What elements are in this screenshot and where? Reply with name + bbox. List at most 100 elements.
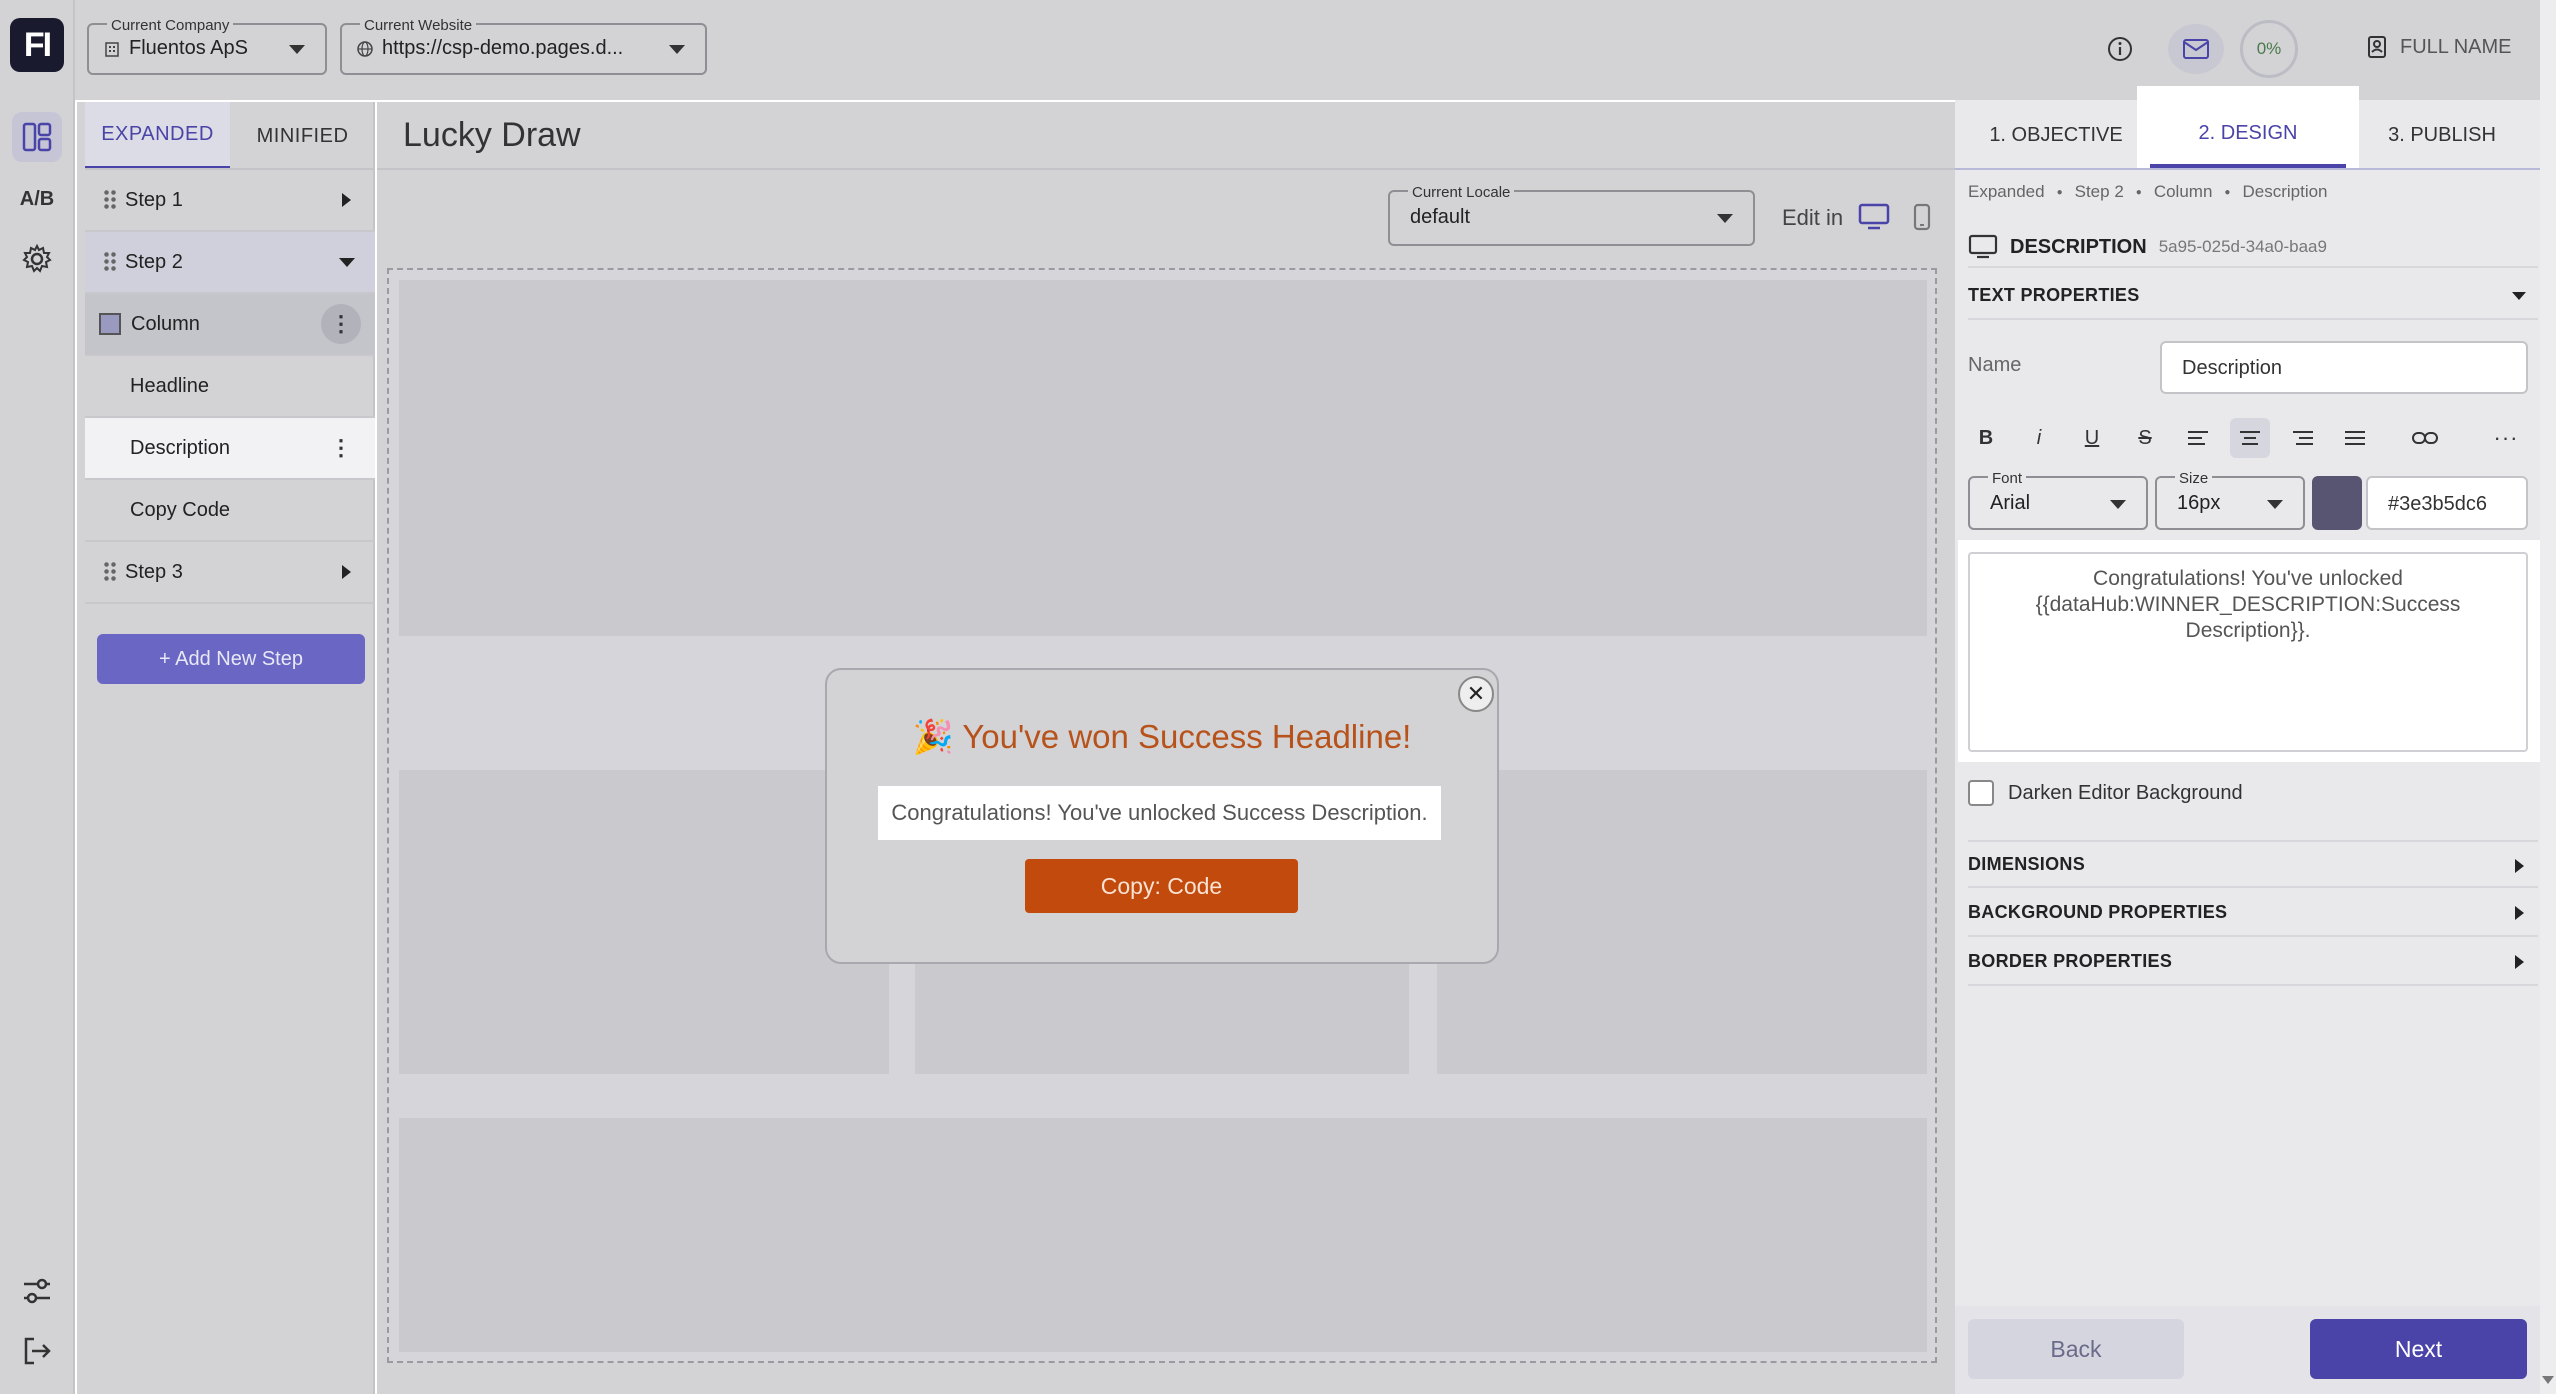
chevron-right-icon[interactable] xyxy=(342,565,351,579)
settings-gear-icon[interactable] xyxy=(12,234,62,284)
align-center-icon[interactable] xyxy=(2230,418,2270,458)
tree-item-label: Copy Code xyxy=(130,498,231,521)
text-properties-section[interactable]: TEXT PROPERTIES xyxy=(1968,272,2538,320)
background-properties-section[interactable]: BACKGROUND PROPERTIES xyxy=(1968,889,2538,937)
drag-handle-icon[interactable] xyxy=(103,561,117,583)
chevron-down-icon[interactable] xyxy=(2512,292,2526,300)
element-header: DESCRIPTION 5a95-025d-34a0-baa9 xyxy=(1968,228,2538,268)
chevron-down-icon xyxy=(2267,500,2283,509)
website-select-label: Current Website xyxy=(360,17,477,34)
chevron-down-icon[interactable] xyxy=(339,257,355,267)
section-title: BORDER PROPERTIES xyxy=(1968,950,2173,971)
breadcrumb-item[interactable]: Step 2 xyxy=(2075,182,2124,202)
drag-handle-icon[interactable] xyxy=(103,189,117,211)
tree-item-step-1[interactable]: Step 1 xyxy=(85,170,375,232)
drag-handle-icon[interactable] xyxy=(103,251,117,273)
size-select-label: Size xyxy=(2175,470,2213,487)
element-id: 5a95-025d-34a0-baa9 xyxy=(2158,237,2327,256)
tree-item-label: Column xyxy=(131,312,200,335)
italic-button[interactable]: i xyxy=(2019,418,2059,458)
popup-headline[interactable]: 🎉 You've won Success Headline! xyxy=(825,718,1499,757)
name-input[interactable]: Description xyxy=(2160,341,2528,394)
breadcrumb-separator: ● xyxy=(2056,186,2063,198)
app-logo[interactable]: FI xyxy=(10,18,64,72)
color-swatch[interactable] xyxy=(2312,476,2362,530)
bold-button[interactable]: B xyxy=(1966,418,2006,458)
logout-icon[interactable] xyxy=(12,1326,62,1376)
section-title: BACKGROUND PROPERTIES xyxy=(1968,901,2228,922)
darken-background-toggle[interactable]: Darken Editor Background xyxy=(1968,780,2243,806)
chevron-right-icon[interactable] xyxy=(2515,859,2524,873)
tab-minified[interactable]: MINIFIED xyxy=(230,102,375,170)
placeholder-block xyxy=(399,770,889,1074)
placeholder-block xyxy=(399,1118,1927,1352)
layout-icon[interactable] xyxy=(12,112,62,162)
progress-indicator: 0% xyxy=(2240,20,2298,78)
size-select-value: 16px xyxy=(2177,492,2221,514)
more-vertical-icon[interactable]: ⋮ xyxy=(321,304,361,344)
back-button[interactable]: Back xyxy=(1968,1319,2184,1379)
info-icon[interactable] xyxy=(2092,24,2148,74)
tab-publish[interactable]: 3. PUBLISH xyxy=(2346,102,2538,168)
copy-code-button[interactable]: Copy: Code xyxy=(1025,859,1298,913)
add-new-step-button[interactable]: + Add New Step xyxy=(97,634,365,684)
company-select[interactable]: Current Company Fluentos ApS xyxy=(87,17,327,75)
strikethrough-button[interactable]: S xyxy=(2125,418,2165,458)
more-vertical-icon[interactable]: ⋮ xyxy=(321,428,361,468)
tree-item-step-2[interactable]: Step 2 xyxy=(85,232,375,294)
tree-item-column[interactable]: Column ⋮ xyxy=(85,294,375,356)
breadcrumb: Expanded ● Step 2 ● Column ● Description xyxy=(1968,182,2328,202)
sliders-icon[interactable] xyxy=(12,1266,62,1316)
breadcrumb-separator: ● xyxy=(2224,186,2231,198)
font-select[interactable]: Font Arial xyxy=(1968,470,2148,530)
size-select[interactable]: Size 16px xyxy=(2155,470,2305,530)
dimensions-section[interactable]: DIMENSIONS xyxy=(1968,840,2538,888)
desktop-icon[interactable] xyxy=(1858,203,1890,236)
text-content-editor[interactable]: Congratulations! You've unlocked {{dataH… xyxy=(1968,552,2528,752)
locale-select[interactable]: Current Locale default xyxy=(1388,184,1755,246)
border-properties-section[interactable]: BORDER PROPERTIES xyxy=(1968,938,2538,986)
more-horizontal-icon[interactable]: ··· xyxy=(2486,418,2526,458)
building-icon xyxy=(105,41,119,57)
mail-icon[interactable] xyxy=(2168,24,2224,74)
chevron-right-icon[interactable] xyxy=(2515,906,2524,920)
user-menu[interactable]: FULL NAME xyxy=(2366,34,2512,60)
align-right-icon[interactable] xyxy=(2283,418,2323,458)
desktop-icon xyxy=(1968,234,1998,259)
chevron-right-icon[interactable] xyxy=(342,193,351,207)
tab-expanded[interactable]: EXPANDED xyxy=(85,102,230,170)
breadcrumb-item[interactable]: Description xyxy=(2242,182,2327,202)
scroll-down-icon[interactable] xyxy=(2542,1376,2554,1384)
section-title: TEXT PROPERTIES xyxy=(1968,284,2140,305)
edit-in-label: Edit in xyxy=(1782,205,1844,230)
next-button[interactable]: Next xyxy=(2310,1319,2527,1379)
tree-item-step-3[interactable]: Step 3 xyxy=(85,542,375,604)
scrollbar[interactable] xyxy=(2540,0,2556,1394)
underline-button[interactable]: U xyxy=(2072,418,2112,458)
website-select[interactable]: Current Website https://csp-demo.pages.d… xyxy=(340,17,707,75)
tree-item-copy-code[interactable]: Copy Code xyxy=(85,480,375,542)
breadcrumb-item[interactable]: Expanded xyxy=(1968,182,2045,202)
font-select-value: Arial xyxy=(1990,492,2031,514)
ab-test-icon[interactable]: A/B xyxy=(12,174,62,224)
popup-description[interactable]: Congratulations! You've unlocked Success… xyxy=(878,786,1441,840)
tab-design[interactable]: 2. DESIGN xyxy=(2150,102,2346,168)
locale-select-value: default xyxy=(1410,206,1471,228)
tab-objective[interactable]: 1. OBJECTIVE xyxy=(1960,102,2152,168)
align-justify-icon[interactable] xyxy=(2335,418,2375,458)
link-icon[interactable] xyxy=(2405,418,2445,458)
website-select-value: https://csp-demo.pages.d... xyxy=(382,37,624,59)
checkbox[interactable] xyxy=(1968,780,1994,806)
column-icon xyxy=(99,313,121,335)
close-icon[interactable]: ✕ xyxy=(1458,676,1494,712)
tree-item-description[interactable]: Description ⋮ xyxy=(85,418,375,480)
darken-background-label: Darken Editor Background xyxy=(2008,781,2243,804)
align-left-icon[interactable] xyxy=(2178,418,2218,458)
chevron-right-icon[interactable] xyxy=(2515,955,2524,969)
breadcrumb-item[interactable]: Column xyxy=(2154,182,2213,202)
tree-item-label: Step 1 xyxy=(125,188,183,211)
tree-item-headline[interactable]: Headline xyxy=(85,356,375,418)
breadcrumb-separator: ● xyxy=(2135,186,2142,198)
color-hex-input[interactable]: #3e3b5dc6 xyxy=(2366,476,2528,530)
mobile-icon[interactable] xyxy=(1912,203,1932,236)
